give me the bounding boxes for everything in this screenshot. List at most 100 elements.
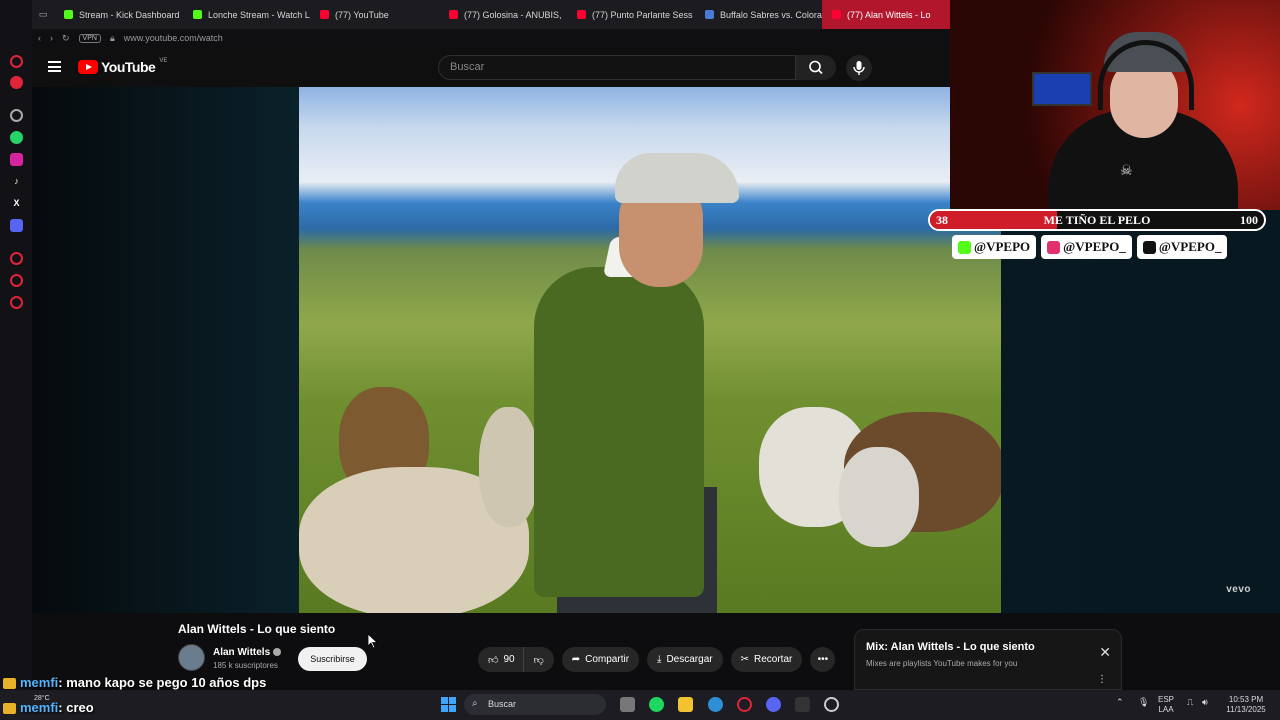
clip-button[interactable]: ✂ Recortar [730,647,803,672]
instagram-icon [1047,240,1061,254]
network-icon[interactable]: ⎍ [1187,697,1193,708]
task-view-icon[interactable] [620,697,635,712]
url-field[interactable]: www.youtube.com/watch [124,33,223,43]
skull-print-icon: ☠ [1120,162,1133,178]
tab-active[interactable]: (77) Alan Wittels - Lo [822,0,950,29]
video-player[interactable] [299,87,1001,613]
tab-label: (77) YouTube [335,9,389,20]
tab[interactable]: (77) Punto Parlante Sess [567,0,695,29]
search-input[interactable]: Buscar [438,55,796,80]
person-sweater [534,267,704,597]
llama-shape [479,407,539,527]
tiktok-icon[interactable]: ♪ [10,175,23,188]
spotify-icon[interactable] [649,697,664,712]
microphone-icon [853,61,865,75]
menu-icon[interactable] [48,61,61,72]
kick-icon [958,240,971,254]
goal-text: ME TIÑO EL PELO [1043,213,1151,227]
opera-icon[interactable] [737,697,752,712]
kick-icon [64,10,73,19]
app-icon[interactable] [795,697,810,712]
goal-target: 100 [1240,213,1258,227]
share-label: Compartir [585,654,630,665]
aria-icon[interactable] [10,76,23,89]
channel-avatar[interactable] [178,644,205,671]
browser-sidebar: ♪ X [0,0,32,690]
more-actions-button[interactable]: ••• [810,647,836,672]
back-icon[interactable]: ‹ [38,33,41,43]
video-title: Alan Wittels - Lo que siento [178,622,336,636]
kick-icon [193,10,202,19]
reload-icon[interactable]: ↻ [62,33,70,44]
windows-taskbar [0,690,1280,720]
channel-name-text: Alan Wittels [213,647,271,658]
app-icon[interactable] [708,697,723,712]
youtube-logo[interactable]: YouTube VE [78,58,167,75]
chat-username: memfi [20,700,59,715]
donation-goal-bar: ME TIÑO EL PELO 38 100 [928,209,1266,231]
share-button[interactable]: ➦ Compartir [561,647,640,672]
tiktok-icon [1142,240,1156,254]
subscribe-button[interactable]: Suscribirse [298,647,367,671]
tab[interactable]: Buffalo Sabres vs. Colora [695,0,822,29]
share-icon: ➦ [571,654,581,665]
video-actions: 👍︎ 90 👎︎ ➦ Compartir ⤓ Descargar ✂ Recortar … [478,647,836,672]
bookmarks-icon[interactable] [10,274,23,287]
kebab-menu-icon[interactable]: ⋮ [1097,674,1107,685]
tab-label: (77) Alan Wittels - Lo [847,9,931,20]
tab-menu-icon[interactable]: ▭ [32,9,54,20]
discord-icon[interactable] [766,697,781,712]
chevron-up-icon[interactable]: ⌃ [1116,697,1124,708]
background-monitor [1032,72,1092,106]
instagram-icon[interactable] [10,153,23,166]
whatsapp-icon[interactable] [10,131,23,144]
tab[interactable]: (77) Golosina - ANUBIS, [439,0,567,29]
tab-label: Lonche Stream - Watch L [208,9,310,20]
history-icon[interactable] [10,252,23,265]
chat-badge-icon [3,703,16,715]
voice-search-button[interactable] [846,55,872,81]
lang-text: ESP [1158,695,1175,704]
obs-icon[interactable] [824,697,839,712]
vpn-badge[interactable]: VPN [78,33,101,43]
tab[interactable]: Stream - Kick Dashboard [54,0,183,29]
lang-text: LAA [1158,705,1174,714]
scissors-icon: ✂ [740,654,749,665]
chat-badge-icon [3,678,16,690]
mix-title: Mix: Alan Wittels - Lo que siento [866,641,1035,653]
volume-icon[interactable]: 🔊︎ [1202,697,1208,708]
microphone-icon[interactable]: 🎙︎ [1138,697,1149,708]
tab[interactable]: (77) YouTube [310,0,439,29]
discord-icon[interactable] [10,219,23,232]
chat-message: memfi: creo [3,700,94,715]
search-icon: ⌕ [472,698,478,709]
opera-icon[interactable] [10,55,23,68]
channel-name[interactable]: Alan Wittels [213,647,282,658]
search-icon [809,60,823,75]
chat-username: memfi [20,675,59,690]
handle-text: @VPEPO [974,239,1031,254]
language-indicator[interactable]: ESP LAA [1158,695,1174,715]
close-icon[interactable]: ✕ [1099,644,1111,661]
instagram-handle: @VPEPO_ [1041,235,1132,259]
taskbar-search[interactable]: Buscar [464,694,606,715]
file-explorer-icon[interactable] [678,697,693,712]
handle-text: @VPEPO_ [1063,239,1126,254]
clock[interactable]: 10:53 PM 11/13/2025 [1222,695,1270,715]
youtube-icon [577,10,586,19]
search-button[interactable] [796,55,836,80]
forward-icon[interactable]: › [50,33,53,43]
x-icon[interactable]: X [10,197,23,210]
mouse-cursor-icon [368,634,378,649]
goal-current: 38 [936,213,948,227]
chat-text: : mano kapo se pego 10 años dps [58,675,267,690]
lock-icon: 🔒︎ [109,32,115,43]
dislike-button[interactable]: 👎︎ [522,647,554,672]
settings-icon[interactable] [10,109,23,122]
like-button[interactable]: 👍︎ 90 [478,647,523,672]
tab[interactable]: Lonche Stream - Watch L [183,0,310,29]
extensions-icon[interactable] [10,296,23,309]
tab-label: (77) Golosina - ANUBIS, [464,9,562,20]
download-button[interactable]: ⤓ Descargar [647,647,723,672]
windows-start-icon[interactable] [441,697,456,712]
